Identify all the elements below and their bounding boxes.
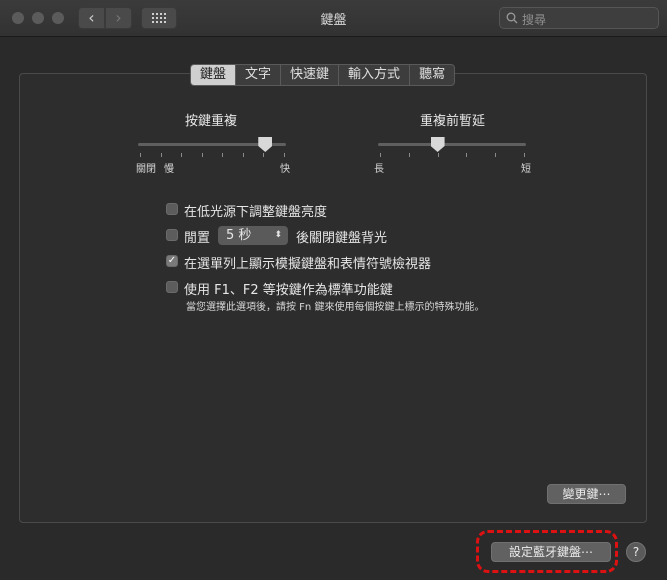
up-down-arrows-icon: ⬍ xyxy=(274,230,282,240)
slider-tick xyxy=(408,153,410,157)
backlight-off-checkbox[interactable] xyxy=(166,229,178,241)
delay-long-label: 長 xyxy=(374,164,384,175)
adjust-brightness-checkbox[interactable] xyxy=(166,203,178,215)
backlight-off-suffix: 後關閉鍵盤背光 xyxy=(296,231,388,246)
fn-keys-note: 當您選擇此選項後，請按 Fn 鍵來使用每個按鍵上標示的特殊功能。 xyxy=(186,302,485,313)
slider-tick xyxy=(524,153,525,157)
idle-time-value: 5 秒 xyxy=(226,228,252,243)
backlight-off-prefix: 閒置 xyxy=(184,231,211,246)
slider-tick xyxy=(263,153,265,157)
key-repeat-fast-label: 快 xyxy=(280,164,290,175)
title-bar: ‹ › 鍵盤 搜尋 xyxy=(0,0,667,37)
show-viewers-checkbox[interactable]: ✓ xyxy=(166,255,178,267)
key-repeat-title: 按鍵重複 xyxy=(185,114,238,129)
idle-time-popup[interactable]: 5 秒 ⬍ xyxy=(218,226,288,245)
tab-dictation[interactable]: 聽寫 xyxy=(410,65,454,85)
tab-input-sources[interactable]: 輸入方式 xyxy=(339,65,411,85)
key-repeat-slow-label: 慢 xyxy=(164,164,174,175)
fn-keys-label: 使用 F1、F2 等按鍵作為標準功能鍵 xyxy=(184,283,393,298)
slider-tick xyxy=(140,153,141,157)
help-button[interactable]: ? xyxy=(626,542,646,562)
tab-shortcuts[interactable]: 快速鍵 xyxy=(281,65,340,85)
slider-tick xyxy=(437,153,439,157)
slider-tick xyxy=(181,153,183,157)
delay-until-repeat-slider[interactable] xyxy=(378,143,526,146)
slider-tick xyxy=(284,153,285,157)
slider-tick xyxy=(242,153,244,157)
adjust-brightness-label: 在低光源下調整鍵盤亮度 xyxy=(184,205,328,220)
slider-tick xyxy=(495,153,497,157)
slider-tick xyxy=(380,153,381,157)
slider-tick xyxy=(222,153,224,157)
tab-bar: 鍵盤 文字 快速鍵 輸入方式 聽寫 xyxy=(190,64,456,86)
key-repeat-off-label: 關閉 xyxy=(136,164,156,175)
search-icon xyxy=(506,12,518,24)
delay-short-label: 短 xyxy=(521,164,531,175)
modifier-keys-button[interactable]: 變更鍵⋯ xyxy=(547,484,626,504)
slider-tick xyxy=(466,153,468,157)
highlight-annotation xyxy=(476,530,618,573)
tab-keyboard[interactable]: 鍵盤 xyxy=(191,65,237,85)
slider-tick xyxy=(160,153,162,157)
slider-tick xyxy=(201,153,203,157)
fn-keys-checkbox[interactable] xyxy=(166,281,178,293)
show-viewers-label: 在選單列上顯示模擬鍵盤和表情符號檢視器 xyxy=(184,257,432,272)
search-field[interactable]: 搜尋 xyxy=(499,7,659,29)
tab-text[interactable]: 文字 xyxy=(236,65,282,85)
delay-until-repeat-title: 重複前暫延 xyxy=(420,114,486,129)
search-placeholder: 搜尋 xyxy=(522,13,547,27)
